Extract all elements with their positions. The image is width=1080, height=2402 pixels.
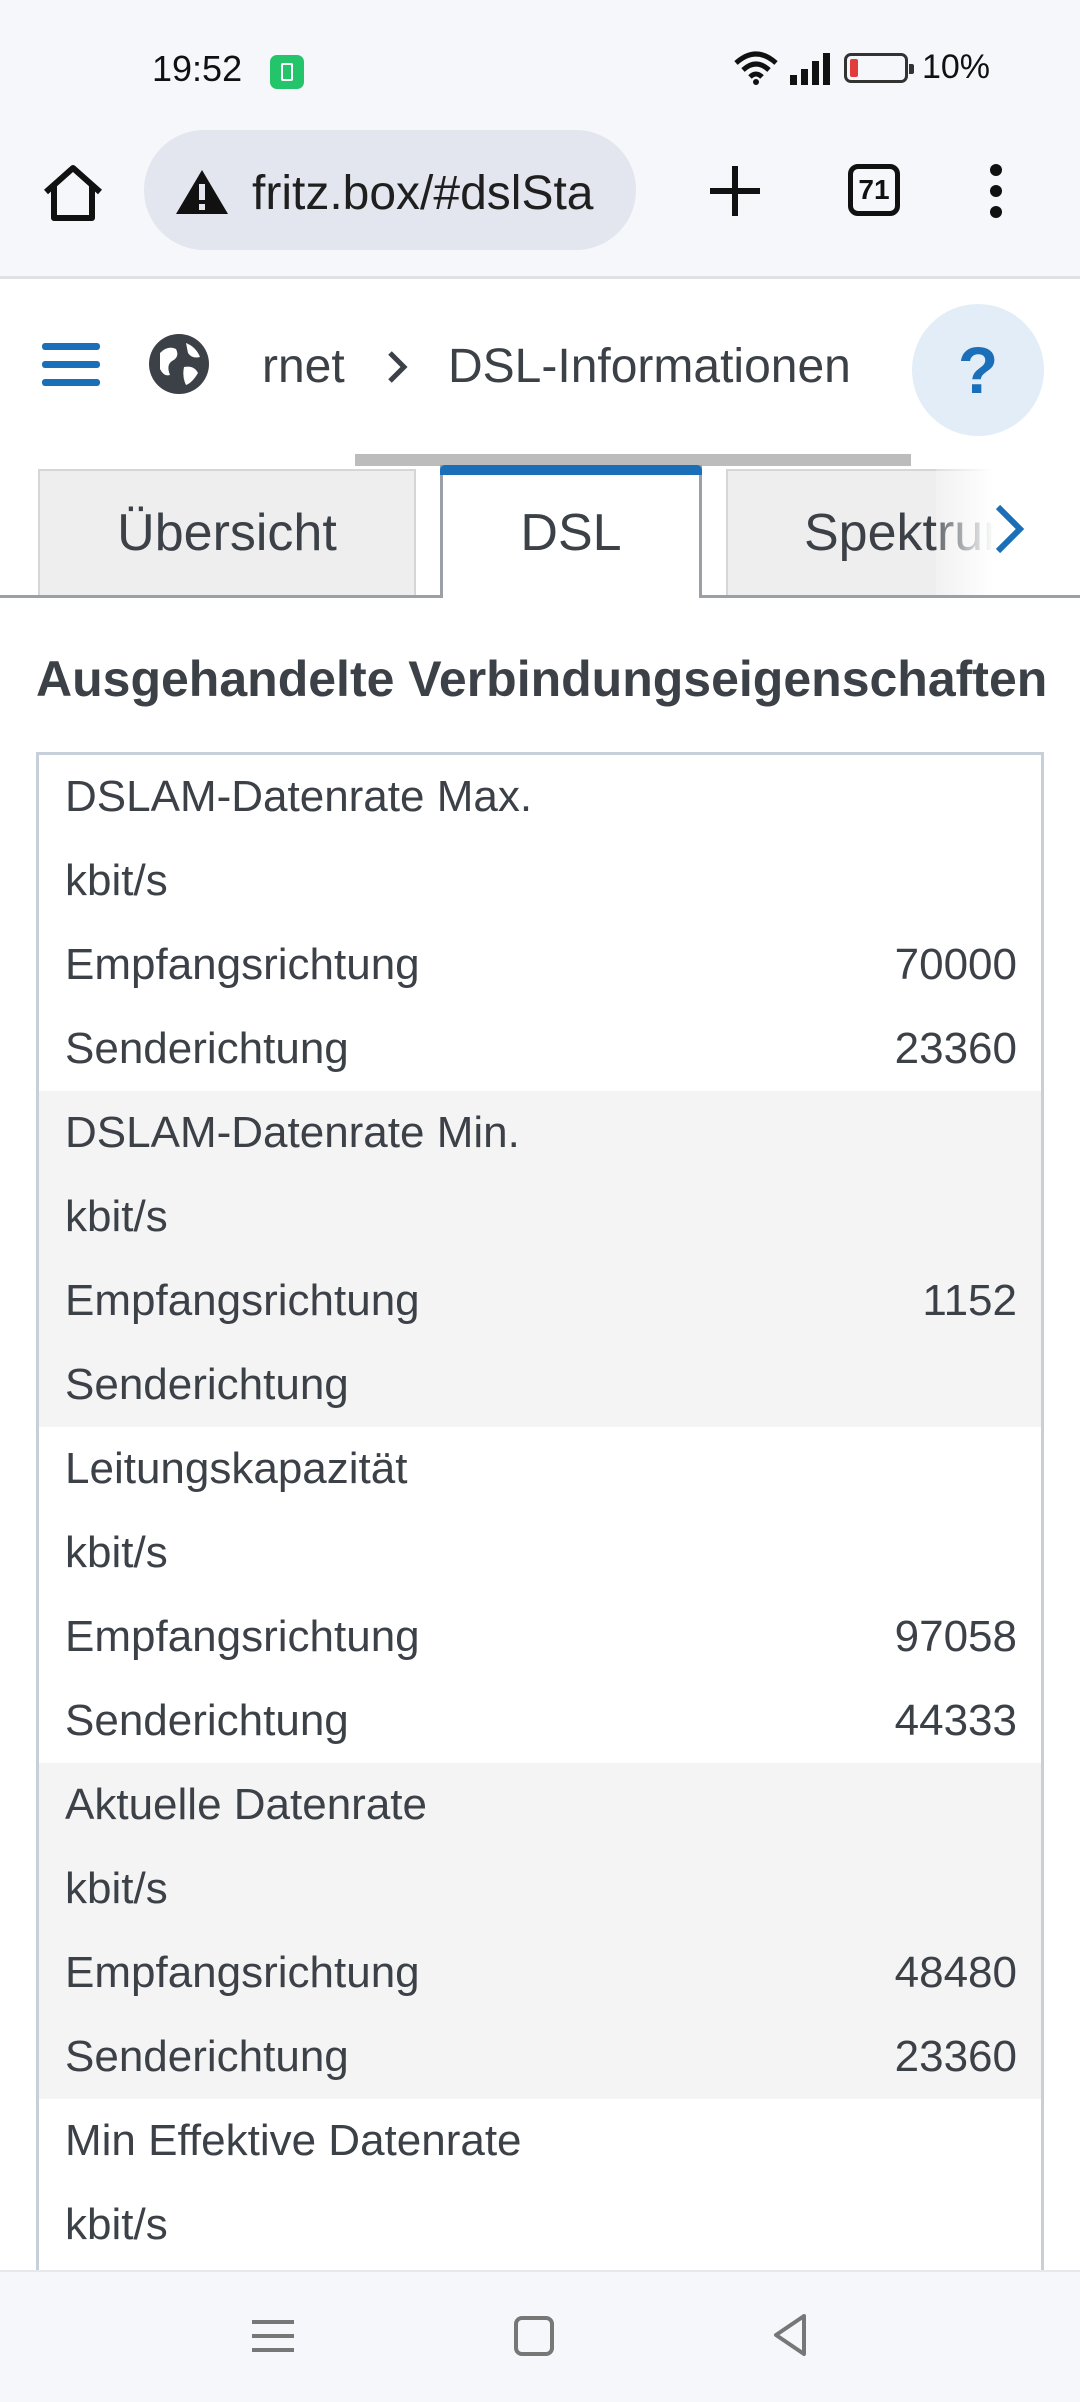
unit-label: kbit/s <box>65 856 168 905</box>
battery-saver-icon <box>270 55 304 89</box>
more-vert-icon[interactable] <box>966 156 1026 226</box>
connection-properties-table: DSLAM-Datenrate Max. kbit/s Empfangsrich… <box>36 752 1044 2272</box>
home-icon[interactable] <box>38 158 108 228</box>
browser-toolbar: fritz.box/#dslSta 71 <box>0 130 1080 279</box>
row-label: Empfangsrichtung <box>65 1276 420 1325</box>
table-group-dslam-max: DSLAM-Datenrate Max. kbit/s Empfangsrich… <box>39 755 1041 1091</box>
hamburger-icon[interactable] <box>42 341 100 389</box>
unit-row: kbit/s <box>39 2183 1041 2267</box>
battery-icon <box>843 52 914 83</box>
tab-label: Übersicht <box>117 504 337 562</box>
unit-label: kbit/s <box>65 1528 168 1577</box>
table-group-current-rate: Aktuelle Datenrate kbit/s Empfangsrichtu… <box>39 1763 1041 2099</box>
group-title: Leitungskapazität <box>65 1444 408 1493</box>
table-row: Senderichtung 23360 <box>39 2015 1041 2099</box>
group-title-row: DSLAM-Datenrate Max. <box>39 755 1041 839</box>
unit-row: kbit/s <box>39 1175 1041 1259</box>
row-value: 70000 <box>894 940 1017 989</box>
table-row: Senderichtung 44333 <box>39 1679 1041 1763</box>
tab-label: DSL <box>520 504 622 562</box>
row-label: Senderichtung <box>65 1696 349 1745</box>
table-row: Senderichtung <box>39 1343 1041 1427</box>
table-group-line-capacity: Leitungskapazität kbit/s Empfangsrichtun… <box>39 1427 1041 1763</box>
chevron-right-icon <box>388 351 408 383</box>
wifi-icon <box>734 51 778 85</box>
group-title-row: DSLAM-Datenrate Min. <box>39 1091 1041 1175</box>
table-row: Empfangsrichtung 70000 <box>39 923 1041 1007</box>
unit-label: kbit/s <box>65 1864 168 1913</box>
row-label: Empfangsrichtung <box>65 1612 420 1661</box>
new-tab-plus-icon[interactable] <box>700 156 770 226</box>
tab-switcher-button[interactable]: 71 <box>848 164 900 216</box>
table-row: Empfangsrichtung 1152 <box>39 1259 1041 1343</box>
help-icon: ? <box>957 333 999 407</box>
tab-overview[interactable]: Übersicht <box>38 469 416 595</box>
breadcrumb-current: DSL-Informationen <box>448 340 851 393</box>
warning-icon[interactable] <box>174 168 230 216</box>
home-nav-icon[interactable] <box>514 2316 554 2356</box>
group-title-row: Min Effektive Datenrate <box>39 2099 1041 2183</box>
group-title: Aktuelle Datenrate <box>65 1780 427 1829</box>
row-label: Senderichtung <box>65 1024 349 1073</box>
row-value: 97058 <box>894 1612 1017 1661</box>
tab-dsl[interactable]: DSL <box>440 465 702 598</box>
breadcrumb: rnet DSL-Informationen ? <box>0 279 1080 466</box>
url-text[interactable]: fritz.box/#dslSta <box>252 166 622 221</box>
help-button[interactable]: ? <box>912 304 1044 436</box>
group-title: Min Effektive Datenrate <box>65 2116 522 2165</box>
table-row: Empfangsrichtung 48480 <box>39 1931 1041 2015</box>
row-value: 44333 <box>894 1696 1017 1745</box>
table-row: Senderichtung 23360 <box>39 1007 1041 1091</box>
battery-percent: 10% <box>921 48 990 86</box>
status-icons: 10% <box>734 48 990 87</box>
table-group-dslam-min: DSLAM-Datenrate Min. kbit/s Empfangsrich… <box>39 1091 1041 1427</box>
row-label: Empfangsrichtung <box>65 1948 420 1997</box>
row-value: 1152 <box>922 1276 1017 1325</box>
recent-apps-icon[interactable] <box>250 2316 296 2356</box>
row-value: 23360 <box>894 2032 1017 2081</box>
row-label: Empfangsrichtung <box>65 940 420 989</box>
table-row: Empfangsrichtung 97058 <box>39 1595 1041 1679</box>
unit-row: kbit/s <box>39 1511 1041 1595</box>
group-title-row: Leitungskapazität <box>39 1427 1041 1511</box>
tab-count: 71 <box>858 174 890 205</box>
section-title: Ausgehandelte Verbindungseigenschaften <box>36 651 1048 707</box>
unit-row: kbit/s <box>39 1847 1041 1931</box>
globe-icon[interactable] <box>146 331 212 397</box>
group-title-row: Aktuelle Datenrate <box>39 1763 1041 1847</box>
status-time: 19:52 <box>152 48 243 89</box>
url-bar[interactable]: fritz.box/#dslSta <box>144 130 636 250</box>
system-nav-bar <box>0 2270 1080 2402</box>
row-label: Senderichtung <box>65 1360 349 1409</box>
status-bar: 19:52 10% <box>0 0 1080 130</box>
group-title: DSLAM-Datenrate Max. <box>65 772 533 821</box>
row-label: Senderichtung <box>65 2032 349 2081</box>
row-value: 48480 <box>894 1948 1017 1997</box>
table-group-min-effective-rate: Min Effektive Datenrate kbit/s <box>39 2099 1041 2267</box>
tab-bar: Übersicht DSL Spektrum <box>0 465 1080 598</box>
signal-icon <box>789 52 830 85</box>
back-icon[interactable] <box>770 2312 810 2358</box>
chevron-right-icon[interactable] <box>980 493 1040 565</box>
group-title: DSLAM-Datenrate Min. <box>65 1108 520 1157</box>
row-value: 23360 <box>894 1024 1017 1073</box>
unit-label: kbit/s <box>65 2200 168 2249</box>
unit-label: kbit/s <box>65 1192 168 1241</box>
unit-row: kbit/s <box>39 839 1041 923</box>
breadcrumb-previous[interactable]: rnet <box>262 339 345 394</box>
